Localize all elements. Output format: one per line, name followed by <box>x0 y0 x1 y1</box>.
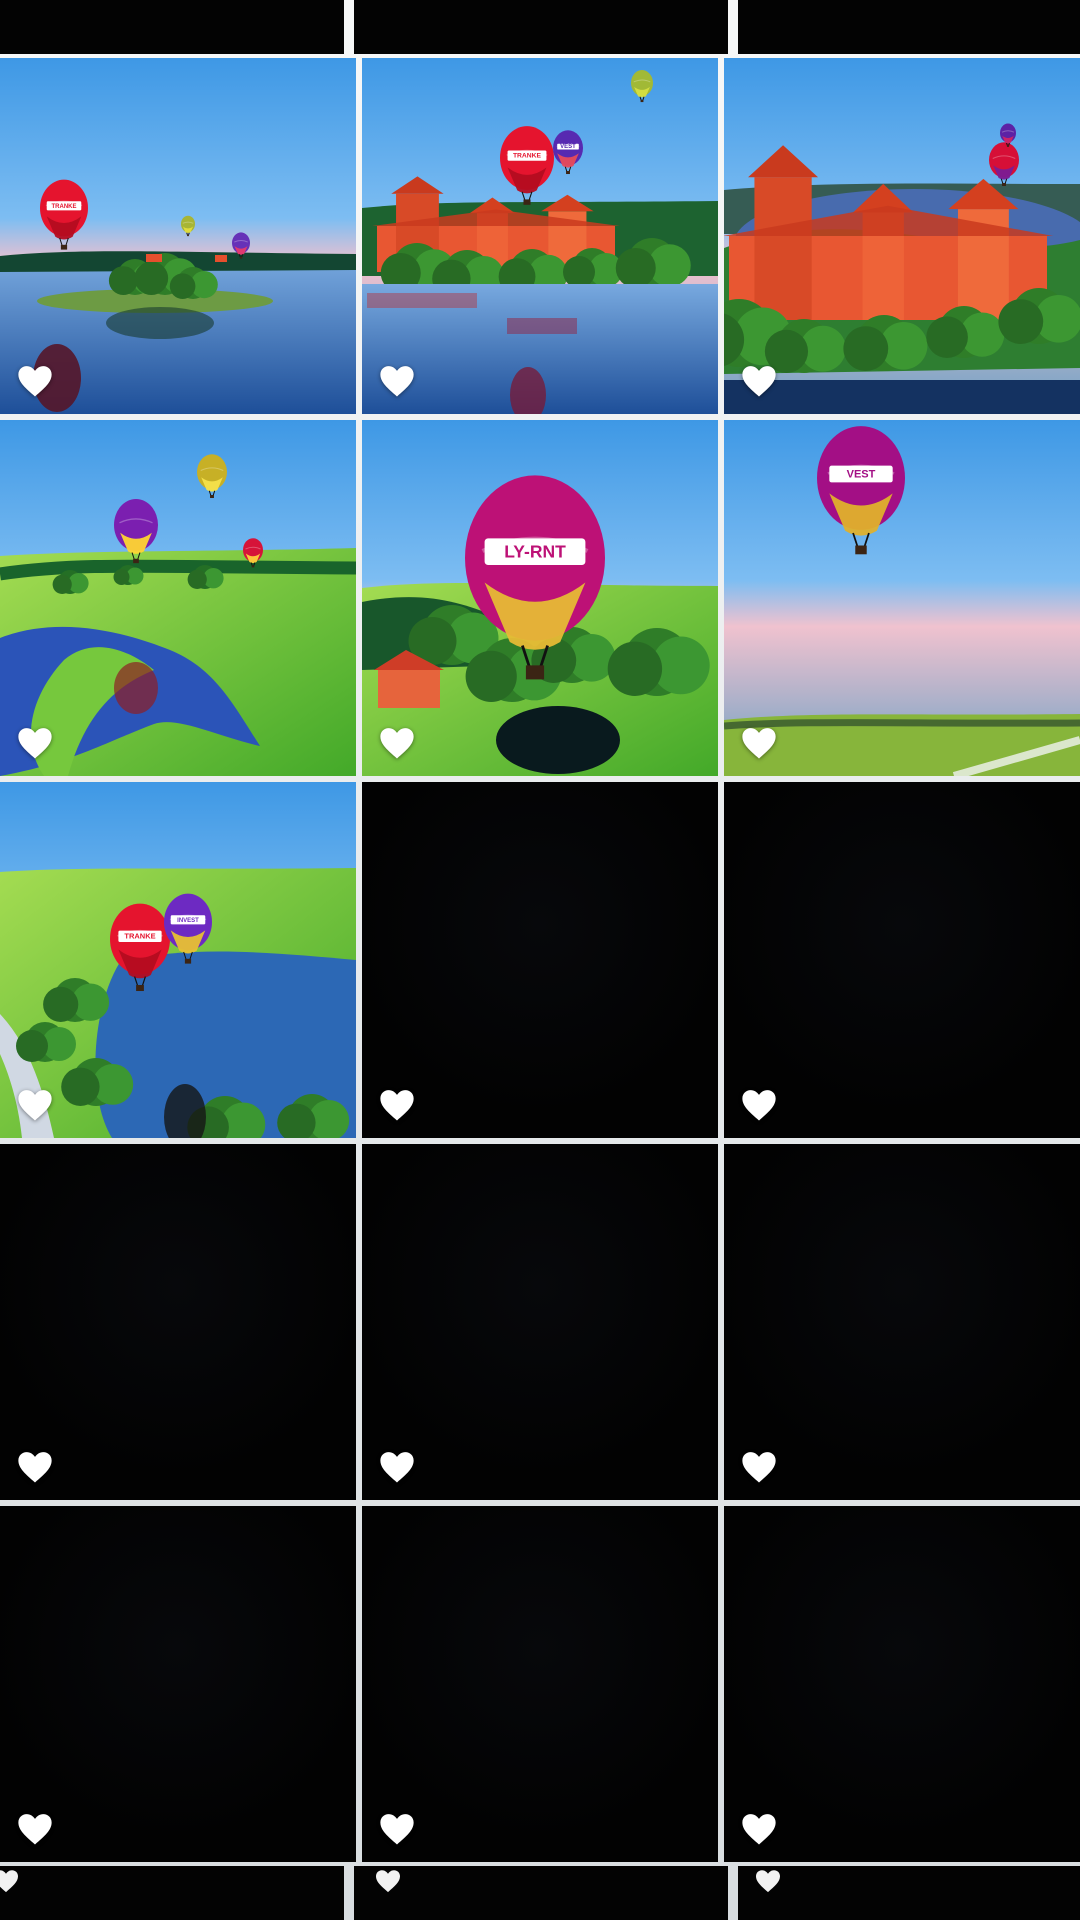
balloon-label: TRANKE <box>513 153 542 160</box>
heart-icon[interactable] <box>16 1088 54 1122</box>
partial-bottom-middle-tile <box>354 1866 728 1920</box>
photo-tile[interactable] <box>724 58 1080 414</box>
photo-tile[interactable]: VEST <box>724 420 1080 776</box>
balloon-label: VEST <box>847 469 876 481</box>
empty-photo-tile[interactable] <box>724 1506 1080 1862</box>
photo-grid-screen: TRANKE TRANKE VEST LY-RNT VEST TRANKE IN… <box>0 0 1080 1920</box>
empty-photo-tile[interactable] <box>724 782 1080 1138</box>
balloon-label: TRANKE <box>52 204 77 210</box>
heart-icon[interactable] <box>16 364 54 398</box>
empty-photo-tile[interactable] <box>724 1144 1080 1500</box>
heart-icon[interactable] <box>378 1450 416 1484</box>
heart-icon[interactable] <box>0 1869 20 1893</box>
heart-icon[interactable] <box>378 364 416 398</box>
partial-bottom-right-tile <box>738 1866 1080 1920</box>
empty-photo-tile[interactable] <box>0 1506 356 1862</box>
heart-icon[interactable] <box>740 1450 778 1484</box>
heart-icon[interactable] <box>740 726 778 760</box>
heart-icon[interactable] <box>378 1812 416 1846</box>
photo-tile[interactable]: TRANKE INVEST <box>0 782 356 1138</box>
heart-icon[interactable] <box>378 1088 416 1122</box>
balloon-label: INVEST <box>177 918 199 924</box>
partial-bottom-left-tile <box>0 1866 344 1920</box>
heart-icon[interactable] <box>740 1088 778 1122</box>
heart-icon[interactable] <box>374 1869 402 1893</box>
partial-top-right-tile <box>738 0 1080 54</box>
heart-icon[interactable] <box>16 1450 54 1484</box>
heart-icon[interactable] <box>16 726 54 760</box>
heart-icon[interactable] <box>740 364 778 398</box>
balloon-label: TRANKE <box>124 932 155 941</box>
photo-tile[interactable]: TRANKE VEST <box>362 58 718 414</box>
heart-icon[interactable] <box>378 726 416 760</box>
photo-tile[interactable] <box>0 420 356 776</box>
photo-tile[interactable]: LY-RNT <box>362 420 718 776</box>
empty-photo-tile[interactable] <box>362 1506 718 1862</box>
heart-icon[interactable] <box>16 1812 54 1846</box>
partial-top-middle-tile <box>354 0 728 54</box>
balloon-label: VEST <box>560 144 576 150</box>
empty-photo-tile[interactable] <box>362 782 718 1138</box>
empty-photo-tile[interactable] <box>0 1144 356 1500</box>
heart-icon[interactable] <box>754 1869 782 1893</box>
partial-top-left-tile <box>0 0 344 54</box>
photo-tile[interactable]: TRANKE <box>0 58 356 414</box>
balloon-label: LY-RNT <box>504 541 566 561</box>
heart-icon[interactable] <box>740 1812 778 1846</box>
empty-photo-tile[interactable] <box>362 1144 718 1500</box>
